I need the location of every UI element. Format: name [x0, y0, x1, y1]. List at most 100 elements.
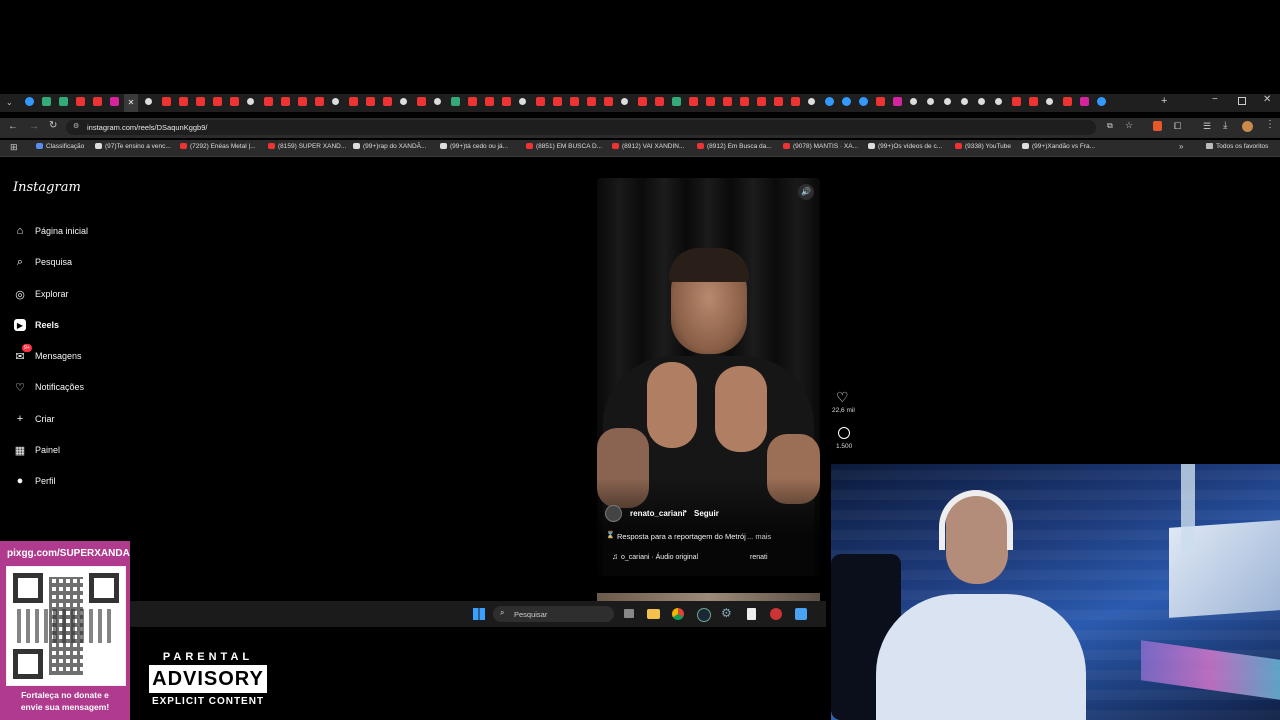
browser-tab[interactable] — [859, 97, 868, 106]
instagram-logo[interactable]: Instagram — [13, 180, 81, 195]
close-window-icon[interactable]: ✕ — [1263, 94, 1271, 105]
snipping-tool-icon[interactable] — [795, 608, 807, 620]
browser-tab[interactable] — [230, 97, 239, 106]
browser-tab[interactable] — [842, 97, 851, 106]
bookmark-item[interactable]: (97)Te ensino a venc... — [95, 143, 171, 150]
active-tab-close-icon[interactable]: ✕ — [124, 94, 138, 112]
browser-tab[interactable] — [1029, 97, 1038, 106]
forward-icon[interactable]: → — [29, 121, 39, 132]
browser-tab[interactable] — [757, 97, 766, 106]
browser-tab[interactable] — [825, 97, 834, 106]
app-icon[interactable] — [770, 608, 782, 620]
bookmark-item[interactable]: (9078) MANTIS · XA... — [783, 143, 858, 150]
bookmark-item[interactable]: Classificação — [36, 143, 84, 150]
browser-tab[interactable] — [400, 98, 407, 105]
browser-tab[interactable] — [774, 97, 783, 106]
browser-tab[interactable] — [451, 97, 460, 106]
bookmark-item[interactable]: (99+)Os vídeos de c... — [868, 143, 942, 150]
notepad-icon[interactable] — [747, 608, 756, 620]
extension-icon[interactable] — [1153, 121, 1162, 131]
mute-toggle-icon[interactable]: 🔊 — [798, 184, 814, 200]
browser-tab[interactable] — [196, 97, 205, 106]
bookmark-item[interactable]: (9338) YouTube — [955, 143, 1011, 150]
browser-tab[interactable] — [93, 97, 102, 106]
nav-item-reels[interactable]: ▶ Reels — [14, 319, 59, 331]
reading-list-icon[interactable]: ☰ — [1203, 121, 1211, 132]
tab-search-icon[interactable]: ⌄ — [6, 98, 13, 107]
browser-tab[interactable] — [281, 97, 290, 106]
browser-tab[interactable] — [910, 98, 917, 105]
settings-icon[interactable]: ⚙ — [721, 606, 732, 620]
bookmark-item[interactable]: (8912) Em Busca da... — [697, 143, 772, 150]
all-bookmarks-folder[interactable]: Todos os favoritos — [1206, 143, 1268, 150]
browser-tab[interactable] — [587, 97, 596, 106]
nav-item-chart[interactable]: ▦ Painel — [14, 444, 60, 457]
more-bookmarks-icon[interactable]: » — [1179, 142, 1183, 151]
bookmark-item[interactable]: (99+)rap do XANDÃ... — [353, 143, 426, 150]
browser-tab[interactable] — [672, 97, 681, 106]
browser-tab[interactable] — [264, 97, 273, 106]
apps-grid-icon[interactable]: ⊞ — [10, 142, 18, 153]
nav-item-avatar[interactable]: ● Perfil — [14, 475, 56, 487]
browser-tab[interactable] — [25, 97, 34, 106]
taskbar-search-box[interactable]: ⌕ Pesquisar — [493, 606, 614, 622]
browser-tab[interactable] — [434, 98, 441, 105]
maximize-icon[interactable] — [1238, 97, 1246, 105]
browser-tab[interactable] — [1046, 98, 1053, 105]
browser-tab[interactable] — [298, 97, 307, 106]
browser-tab[interactable] — [808, 98, 815, 105]
extensions-puzzle-icon[interactable]: ⧠ — [1174, 121, 1181, 132]
windows-start-icon[interactable] — [473, 608, 485, 620]
reload-icon[interactable]: ↻ — [49, 120, 57, 131]
browser-tab[interactable] — [927, 98, 934, 105]
bookmark-item[interactable]: (99+)tá cedo ou já... — [440, 143, 508, 150]
bookmark-item[interactable]: (8851) EM BUSCA D... — [526, 143, 602, 150]
browser-tab[interactable] — [1080, 97, 1089, 106]
browser-tab[interactable] — [944, 98, 951, 105]
browser-tab[interactable] — [110, 97, 119, 106]
browser-tab[interactable] — [740, 97, 749, 106]
nav-item-messenger[interactable]: ✉ Mensagens 9+ — [14, 344, 82, 363]
menu-icon[interactable]: ⋮ — [1265, 119, 1275, 130]
browser-tab[interactable] — [978, 98, 985, 105]
minimize-icon[interactable]: − — [1212, 94, 1218, 105]
browser-tab[interactable] — [995, 98, 1002, 105]
nav-item-heart[interactable]: ♡ Notificações — [14, 381, 84, 394]
install-app-icon[interactable]: ⧉ — [1107, 121, 1113, 131]
browser-tab[interactable] — [383, 97, 392, 106]
browser-tab[interactable] — [876, 97, 885, 106]
browser-tab[interactable] — [791, 97, 800, 106]
back-icon[interactable]: ← — [8, 121, 18, 132]
reel-author-avatar[interactable] — [605, 505, 622, 522]
browser-tab[interactable] — [570, 97, 579, 106]
browser-tab[interactable] — [706, 97, 715, 106]
browser-tab[interactable] — [893, 97, 902, 106]
comment-icon[interactable] — [838, 427, 850, 439]
browser-tab[interactable] — [76, 97, 85, 106]
browser-tab[interactable] — [366, 97, 375, 106]
new-tab-icon[interactable]: + — [1161, 95, 1167, 107]
bookmark-item[interactable]: (8159) SUPER XAND... — [268, 143, 346, 150]
browser-tab[interactable] — [247, 98, 254, 105]
browser-tab[interactable] — [536, 97, 545, 106]
file-explorer-icon[interactable] — [647, 609, 660, 619]
bookmark-star-icon[interactable]: ☆ — [1125, 120, 1133, 131]
bookmark-item[interactable]: (99+)Xandão vs Fra... — [1022, 143, 1095, 150]
reel-audio[interactable]: o_cariani · Áudio original — [621, 554, 698, 561]
browser-tab[interactable] — [621, 98, 628, 105]
browser-tab[interactable] — [1097, 97, 1106, 106]
reel-username[interactable]: renato_cariani — [630, 509, 685, 518]
caption-more-link[interactable]: ... mais — [747, 532, 771, 541]
site-info-icon[interactable]: ⚙ — [73, 122, 79, 130]
nav-item-compass[interactable]: ◎ Explorar — [14, 288, 68, 301]
nav-item-search[interactable]: ⌕ Pesquisa — [14, 256, 72, 268]
bookmark-item[interactable]: (8912) VAI XANDIN... — [612, 143, 684, 150]
nav-item-plus[interactable]: + Criar — [14, 413, 55, 425]
nav-item-home[interactable]: ⌂ Página inicial — [14, 225, 88, 237]
browser-tab[interactable] — [961, 98, 968, 105]
browser-tab[interactable] — [502, 97, 511, 106]
browser-tab[interactable] — [485, 97, 494, 106]
browser-tab[interactable] — [604, 97, 613, 106]
browser-tab[interactable] — [59, 97, 68, 106]
steam-icon[interactable] — [697, 608, 711, 622]
